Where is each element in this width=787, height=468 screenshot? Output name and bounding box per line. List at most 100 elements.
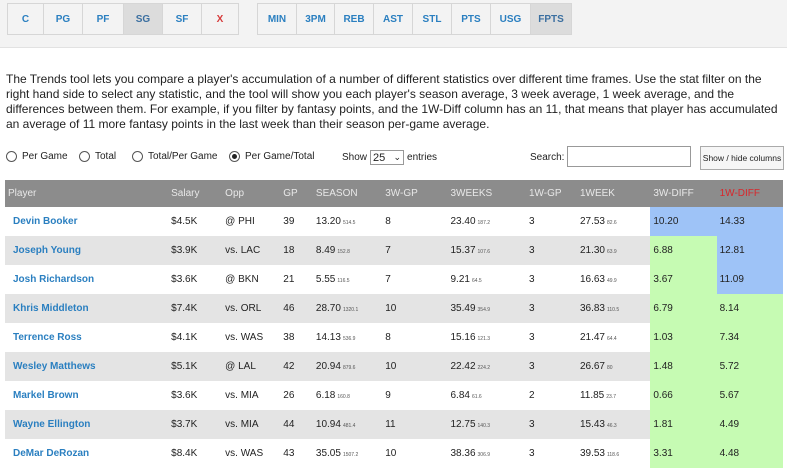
three-weeks-cell-total: 64.5 xyxy=(471,278,482,284)
player-name-link[interactable]: Khris Middleton xyxy=(5,294,169,323)
one-week-cell: 36.83 110.5 xyxy=(576,294,651,323)
opponent-cell: vs. WAS xyxy=(222,439,281,468)
one-week-gp-cell: 3 xyxy=(525,410,577,439)
chevron-down-icon: ⌄ xyxy=(393,152,402,162)
show-label: Show xyxy=(342,152,368,163)
column-header-1w-gp[interactable]: 1W-GP xyxy=(526,180,577,207)
radio-label: Per Game xyxy=(22,151,68,162)
three-weeks-cell: 35.49 354.9 xyxy=(447,294,526,323)
radio-per-game-total[interactable]: Per Game/Total xyxy=(229,151,314,162)
radio-button[interactable] xyxy=(6,151,17,162)
player-name-link[interactable]: Terrence Ross xyxy=(5,323,169,352)
games-played-cell: 21 xyxy=(280,265,313,294)
tab-stat-min[interactable]: MIN xyxy=(257,3,297,35)
three-weeks-cell-avg: 35.49 xyxy=(450,303,476,314)
one-week-cell-total: 64.4 xyxy=(606,336,617,342)
column-header-1week[interactable]: 1WEEK xyxy=(577,180,650,207)
one-week-cell-total: 82.6 xyxy=(606,220,617,226)
one-week-cell-avg: 21.47 xyxy=(579,332,605,343)
radio-total-per-game[interactable]: Total/Per Game xyxy=(132,151,217,162)
column-header-3w-gp[interactable]: 3W-GP xyxy=(382,180,447,207)
column-header-player[interactable]: Player xyxy=(5,180,168,207)
radio-label: Total/Per Game xyxy=(148,151,218,162)
three-weeks-cell: 6.84 61.6 xyxy=(447,381,526,410)
radio-button[interactable] xyxy=(132,151,143,162)
three-weeks-cell: 23.40 187.2 xyxy=(447,207,526,236)
tab-position-pg[interactable]: PG xyxy=(43,3,83,35)
player-name-link[interactable]: Wesley Matthews xyxy=(5,352,169,381)
one-week-cell: 21.47 64.4 xyxy=(576,323,651,352)
one-week-cell: 11.85 23.7 xyxy=(576,381,651,410)
opponent-cell: @ LAL xyxy=(222,352,281,381)
three-week-gp-cell: 7 xyxy=(382,236,448,265)
radio-total[interactable]: Total xyxy=(79,151,116,162)
one-week-cell-total: 110.5 xyxy=(606,307,620,313)
season-cell-avg: 6.18 xyxy=(315,390,336,401)
three-weeks-cell: 12.75 140.3 xyxy=(447,410,526,439)
tab-stat-pts[interactable]: PTS xyxy=(451,3,491,35)
player-name-link[interactable]: Devin Booker xyxy=(5,207,169,236)
column-header-opp[interactable]: Opp xyxy=(222,180,280,207)
one-week-cell-total: 49.9 xyxy=(606,278,617,284)
table-row: Markel Brown $3.6K vs. MIA 26 6.18 160.8 9 6.84… xyxy=(5,381,783,410)
radio-button[interactable] xyxy=(229,151,240,162)
table-row: Wayne Ellington $3.7K vs. MIA 44 10.94 481.4 1… xyxy=(5,410,783,439)
tab-stat-usg[interactable]: USG xyxy=(490,3,531,35)
one-week-cell: 16.63 49.9 xyxy=(576,265,651,294)
games-played-cell: 44 xyxy=(280,410,313,439)
one-week-diff-cell: 7.34 xyxy=(716,323,783,352)
season-cell-total: 152.8 xyxy=(337,249,350,255)
one-week-diff-cell: 12.81 xyxy=(716,236,783,265)
three-week-gp-cell: 10 xyxy=(382,294,448,323)
tab-stat-ast[interactable]: AST xyxy=(373,3,413,35)
three-week-diff-cell: 0.66 xyxy=(650,381,717,410)
player-name-link[interactable]: DeMar DeRozan xyxy=(5,439,169,468)
column-header-salary[interactable]: Salary xyxy=(168,180,222,207)
three-week-gp-cell: 9 xyxy=(382,381,448,410)
tab-stat-stl[interactable]: STL xyxy=(412,3,452,35)
table-row: Terrence Ross $4.1K vs. WAS 38 14.13 536.9 8 15… xyxy=(5,323,783,352)
three-weeks-cell-avg: 15.16 xyxy=(450,332,476,343)
entries-select[interactable]: 25 ⌄ xyxy=(370,150,405,165)
games-played-cell: 38 xyxy=(280,323,313,352)
salary-cell: $7.4K xyxy=(168,294,223,323)
column-header-season[interactable]: SEASON xyxy=(313,180,382,207)
one-week-cell-avg: 16.63 xyxy=(579,274,605,285)
tab-position-pf[interactable]: PF xyxy=(82,3,124,35)
one-week-cell-avg: 21.30 xyxy=(579,245,605,256)
games-played-cell: 43 xyxy=(280,439,313,468)
player-name-link[interactable]: Wayne Ellington xyxy=(5,410,169,439)
tab-stat-fpts[interactable]: FPTS xyxy=(530,3,572,35)
player-name-link[interactable]: Joseph Young xyxy=(5,236,169,265)
column-header-gp[interactable]: GP xyxy=(280,180,313,207)
radio-button[interactable] xyxy=(79,151,90,162)
filter-toolbar: C PG PF SG SF X MIN 3PM REB AST STL PTS USG FPTS xyxy=(0,0,787,48)
search-input[interactable] xyxy=(567,146,691,167)
column-header-3w-diff[interactable]: 3W-DIFF xyxy=(650,180,716,207)
radio-per-game[interactable]: Per Game xyxy=(6,151,68,162)
three-week-gp-cell: 10 xyxy=(382,352,448,381)
one-week-diff-cell: 8.14 xyxy=(716,294,783,323)
games-played-cell: 26 xyxy=(280,381,313,410)
player-name-link[interactable]: Markel Brown xyxy=(5,381,169,410)
one-week-gp-cell: 3 xyxy=(525,352,577,381)
one-week-gp-cell: 3 xyxy=(525,207,577,236)
three-weeks-cell-avg: 22.42 xyxy=(450,361,476,372)
tab-position-c[interactable]: C xyxy=(7,3,44,35)
tab-position-sg[interactable]: SG xyxy=(123,3,163,35)
three-weeks-cell-total: 107.6 xyxy=(477,249,491,255)
show-hide-columns-button[interactable]: Show / hide columns xyxy=(700,146,784,170)
player-name-link[interactable]: Josh Richardson xyxy=(5,265,169,294)
three-weeks-cell-avg: 15.37 xyxy=(450,245,476,256)
column-header-1w-diff[interactable]: 1W-DIFF xyxy=(717,180,783,207)
salary-cell: $3.6K xyxy=(168,381,223,410)
three-weeks-cell-total: 354.9 xyxy=(477,307,491,313)
season-cell: 13.20 514.5 xyxy=(312,207,383,236)
column-header-3weeks[interactable]: 3WEEKS xyxy=(447,180,526,207)
season-cell-avg: 8.49 xyxy=(315,245,336,256)
tab-position-x[interactable]: X xyxy=(201,3,239,35)
tab-position-sf[interactable]: SF xyxy=(162,3,202,35)
tab-stat-reb[interactable]: REB xyxy=(334,3,374,35)
tab-stat-3pm[interactable]: 3PM xyxy=(296,3,335,35)
season-cell: 8.49 152.8 xyxy=(312,236,383,265)
